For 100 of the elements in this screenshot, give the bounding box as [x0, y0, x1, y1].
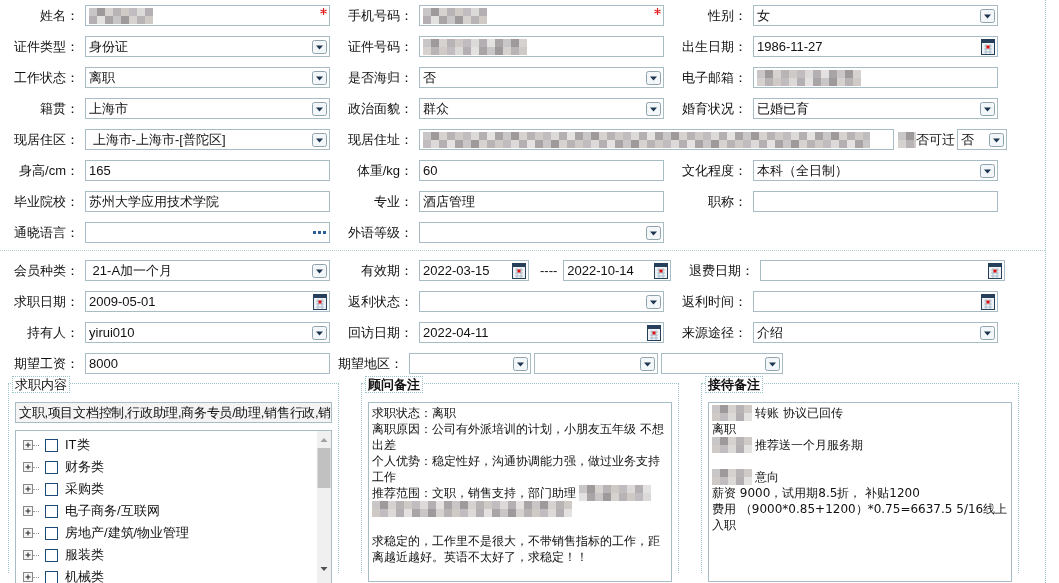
dropdown-icon[interactable] [646, 294, 661, 309]
dropdown-field[interactable] [419, 291, 664, 312]
date-field[interactable]: 1986-11-27 [753, 36, 998, 57]
dropdown-icon[interactable] [312, 263, 327, 278]
lookup-field[interactable] [85, 222, 330, 243]
text-field[interactable] [753, 191, 998, 212]
dropdown-field[interactable]: 已婚已育 [753, 98, 998, 119]
checkbox[interactable] [45, 482, 58, 496]
text-field[interactable] [85, 5, 330, 26]
calendar-icon[interactable] [313, 293, 327, 310]
field-label: 专业： [373, 192, 414, 211]
tree-item-label[interactable]: 机械类 [65, 568, 104, 583]
field-label: 有效期： [360, 261, 414, 280]
tree-item-label[interactable]: 采购类 [65, 480, 104, 498]
dropdown-field[interactable] [534, 353, 658, 374]
dropdown-icon[interactable] [980, 163, 995, 178]
expand-icon[interactable] [23, 572, 33, 582]
dropdown-field[interactable]: 本科（全日制） [753, 160, 998, 181]
dropdown-icon[interactable] [989, 132, 1004, 147]
expand-icon[interactable] [23, 506, 33, 516]
dropdown-icon[interactable] [513, 356, 528, 371]
notes-textarea[interactable]: 转账 协议已回传 离职 推荐送一个月服务期 意向 薪资 9000，试用期8.5折， 补贴1200 费用 （9000*0.85+1200）*0.75=6637.5 5/16线上入职 [708, 402, 1012, 582]
dropdown-icon[interactable] [312, 132, 327, 147]
field-label: 文化程度： [681, 161, 748, 180]
expand-icon[interactable] [23, 462, 33, 472]
date-field[interactable]: 2022-04-11 [419, 322, 664, 343]
dropdown-icon[interactable] [765, 356, 780, 371]
date-field[interactable] [760, 260, 1006, 281]
text-field[interactable]: 酒店管理 [419, 191, 664, 212]
dropdown-field[interactable]: 21-A加一个月 [85, 260, 330, 281]
field-label: 返利状态： [347, 292, 414, 311]
dropdown-field[interactable]: 身份证 [85, 36, 330, 57]
calendar-icon[interactable] [981, 38, 995, 55]
text-field[interactable]: 165 [85, 160, 330, 181]
dropdown-field[interactable]: 群众 [419, 98, 664, 119]
dropdown-icon[interactable] [980, 101, 995, 116]
dropdown-icon[interactable] [646, 101, 661, 116]
dropdown-field[interactable]: 上海市-上海市-[普陀区] [85, 129, 330, 150]
field-label: 工作状态： [13, 68, 80, 87]
calendar-icon[interactable] [647, 324, 661, 341]
calendar-icon[interactable] [512, 262, 526, 279]
dropdown-icon[interactable] [646, 225, 661, 240]
dropdown-field[interactable]: 否 [957, 129, 1007, 150]
text-field[interactable]: 苏州大学应用技术学院 [85, 191, 330, 212]
date-field[interactable]: 2022-03-15 [419, 260, 529, 281]
date-field[interactable] [753, 291, 998, 312]
expand-icon[interactable] [23, 550, 33, 560]
text-field[interactable]: 60 [419, 160, 664, 181]
dropdown-icon[interactable] [312, 70, 327, 85]
dropdown-field[interactable]: yirui010 [85, 322, 330, 343]
note-text: 转账 协议已回传 [755, 405, 843, 421]
dropdown-icon[interactable] [312, 101, 327, 116]
dropdown-field[interactable]: 介绍 [753, 322, 998, 343]
field-label: 职称： [707, 192, 748, 211]
notes-textarea[interactable]: 求职状态：离职 离职原因：公司有外派培训的计划，小朋友五年级 不想出差 个人优势：稳定性好，沟通协调能力强，做过业务支持工作 推荐范围：文职，销售支持，部门助理 求稳定的，工作里不是很大，不带销售指标的工作，距离越近越好。英语不太好了，求稳定！！ [368, 402, 672, 582]
dropdown-icon[interactable] [640, 356, 655, 371]
dropdown-icon[interactable] [646, 70, 661, 85]
text-field[interactable] [753, 67, 998, 88]
field-label: 姓名： [39, 6, 80, 25]
text-field[interactable] [419, 5, 664, 26]
dropdown-field[interactable]: 上海市 [85, 98, 330, 119]
scrollbar[interactable] [317, 431, 331, 583]
tree-item-label[interactable]: 服装类 [65, 546, 104, 564]
ellipsis-icon[interactable] [313, 230, 327, 235]
field-label: 期望工资： [13, 354, 80, 373]
calendar-icon[interactable] [654, 262, 669, 279]
text-field[interactable] [419, 129, 894, 150]
dropdown-field[interactable] [419, 222, 664, 243]
checkbox[interactable] [45, 504, 58, 518]
checkbox[interactable] [45, 548, 58, 562]
checkbox[interactable] [45, 438, 58, 452]
expand-icon[interactable] [23, 528, 33, 538]
dropdown-icon[interactable] [312, 39, 327, 54]
date-field[interactable]: 2022-10-14 [563, 260, 672, 281]
tree-item-label[interactable]: 财务类 [65, 458, 104, 476]
checkbox[interactable] [45, 460, 58, 474]
tree-item-label[interactable]: 房地产/建筑/物业管理 [65, 524, 190, 542]
checkbox[interactable] [45, 570, 58, 583]
calendar-icon[interactable] [981, 293, 995, 310]
checkbox[interactable] [45, 526, 58, 540]
date-field[interactable]: 2009-05-01 [85, 291, 330, 312]
field-label: 身高/cm： [18, 161, 80, 180]
dropdown-field[interactable]: 离职 [85, 67, 330, 88]
text-field[interactable] [419, 36, 664, 57]
expand-icon[interactable] [23, 484, 33, 494]
expand-icon[interactable] [23, 440, 33, 450]
dropdown-icon[interactable] [980, 8, 995, 23]
field-label: 现居住址： [347, 130, 414, 149]
dropdown-field[interactable] [409, 353, 531, 374]
tree-item-label[interactable]: 电子商务/互联网 [65, 502, 160, 520]
dropdown-field[interactable] [661, 353, 783, 374]
calendar-icon[interactable] [988, 262, 1003, 279]
dropdown-field[interactable]: 否 [419, 67, 664, 88]
dropdown-field[interactable]: 女 [753, 5, 998, 26]
dropdown-icon[interactable] [980, 325, 995, 340]
dropdown-icon[interactable] [312, 325, 327, 340]
text-field[interactable]: 文职,项目文档控制,行政助理,商务专员/助理,销售行政,销 [15, 402, 332, 423]
field-label: 求职日期： [13, 292, 80, 311]
tree-item-label[interactable]: IT类 [65, 436, 90, 454]
text-field[interactable]: 8000 [85, 353, 330, 374]
